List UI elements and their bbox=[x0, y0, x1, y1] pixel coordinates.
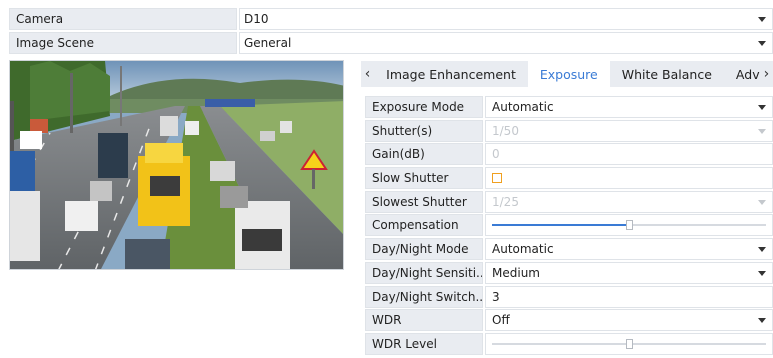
slowest-shutter-select: 1/25 bbox=[485, 190, 773, 213]
tab-exposure[interactable]: Exposure bbox=[527, 61, 610, 87]
image-scene-label: Image Scene bbox=[9, 32, 237, 54]
slow-shutter-checkbox[interactable] bbox=[492, 173, 502, 184]
compensation-slider-track[interactable] bbox=[492, 220, 766, 231]
exposure-mode-row: Exposure Mode Automatic bbox=[365, 96, 773, 118]
shutter-value: 1/50 bbox=[492, 123, 519, 138]
tab-advanced[interactable]: Adv bbox=[724, 61, 760, 87]
gain-value: 0 bbox=[492, 147, 500, 162]
wdr-level-label: WDR Level bbox=[365, 332, 483, 355]
day-night-mode-label: Day/Night Mode bbox=[365, 238, 483, 261]
slowest-shutter-value: 1/25 bbox=[492, 194, 519, 209]
day-night-switch-row: Day/Night Switch... 3 bbox=[365, 285, 773, 308]
image-scene-row: Image Scene General bbox=[9, 32, 773, 54]
slowest-shutter-row: Slowest Shutter 1/25 bbox=[365, 190, 773, 213]
slow-shutter-field bbox=[485, 167, 773, 190]
wdr-label: WDR bbox=[365, 309, 483, 332]
camera-value: D10 bbox=[244, 12, 269, 26]
highway-scene-image bbox=[10, 61, 343, 269]
wdr-value: Off bbox=[492, 313, 510, 328]
camera-label: Camera bbox=[9, 8, 237, 30]
slow-shutter-label: Slow Shutter bbox=[365, 167, 483, 190]
tab-image-enhancement[interactable]: Image Enhancement bbox=[374, 61, 528, 87]
chevron-right-icon[interactable]: › bbox=[760, 66, 773, 82]
compensation-label: Compensation bbox=[365, 214, 483, 237]
live-preview bbox=[9, 60, 344, 270]
day-night-mode-value: Automatic bbox=[492, 242, 554, 257]
wdr-level-slider bbox=[485, 332, 773, 355]
exposure-mode-value: Automatic bbox=[492, 100, 554, 114]
day-night-sensitivity-value: Medium bbox=[492, 265, 540, 280]
compensation-slider-handle[interactable] bbox=[626, 220, 633, 231]
day-night-sensitivity-select[interactable]: Medium bbox=[485, 261, 773, 284]
shutter-label: Shutter(s) bbox=[365, 119, 483, 142]
gain-row: Gain(dB) 0 bbox=[365, 143, 773, 166]
chevron-down-icon bbox=[758, 247, 766, 253]
compensation-slider-fill bbox=[492, 224, 629, 227]
slowest-shutter-label: Slowest Shutter bbox=[365, 190, 483, 213]
chevron-down-icon bbox=[758, 105, 766, 110]
shutter-row: Shutter(s) 1/50 bbox=[365, 119, 773, 142]
day-night-mode-row: Day/Night Mode Automatic bbox=[365, 238, 773, 261]
chevron-down-icon bbox=[758, 41, 766, 46]
gain-input: 0 bbox=[485, 143, 773, 166]
compensation-slider[interactable] bbox=[485, 214, 773, 237]
day-night-switch-input[interactable]: 3 bbox=[485, 285, 773, 308]
chevron-down-icon bbox=[758, 17, 766, 22]
wdr-level-slider-track bbox=[492, 338, 766, 349]
exposure-settings: Exposure Mode Automatic Shutter(s) 1/50 … bbox=[365, 96, 773, 357]
exposure-mode-label: Exposure Mode bbox=[365, 96, 483, 118]
camera-select[interactable]: D10 bbox=[239, 8, 773, 30]
image-scene-value: General bbox=[244, 36, 292, 50]
slow-shutter-row: Slow Shutter bbox=[365, 167, 773, 190]
settings-tabs: ‹ Image Enhancement Exposure White Balan… bbox=[361, 61, 773, 87]
day-night-switch-label: Day/Night Switch... bbox=[365, 285, 483, 308]
tab-white-balance[interactable]: White Balance bbox=[610, 61, 724, 87]
day-night-mode-select[interactable]: Automatic bbox=[485, 238, 773, 261]
wdr-level-slider-handle bbox=[626, 338, 633, 349]
compensation-row: Compensation bbox=[365, 214, 773, 237]
chevron-left-icon[interactable]: ‹ bbox=[361, 66, 374, 82]
day-night-sensitivity-label: Day/Night Sensiti... bbox=[365, 261, 483, 284]
chevron-down-icon bbox=[758, 318, 766, 324]
chevron-down-icon bbox=[758, 270, 766, 276]
chevron-down-icon bbox=[758, 128, 766, 134]
image-scene-select[interactable]: General bbox=[239, 32, 773, 54]
gain-label: Gain(dB) bbox=[365, 143, 483, 166]
chevron-down-icon bbox=[758, 199, 766, 205]
shutter-select: 1/50 bbox=[485, 119, 773, 142]
camera-row: Camera D10 bbox=[9, 8, 773, 30]
wdr-level-row: WDR Level bbox=[365, 332, 773, 355]
day-night-switch-value: 3 bbox=[492, 289, 500, 304]
wdr-select[interactable]: Off bbox=[485, 309, 773, 332]
wdr-row: WDR Off bbox=[365, 309, 773, 332]
exposure-mode-select[interactable]: Automatic bbox=[485, 96, 773, 118]
day-night-sensitivity-row: Day/Night Sensiti... Medium bbox=[365, 261, 773, 284]
